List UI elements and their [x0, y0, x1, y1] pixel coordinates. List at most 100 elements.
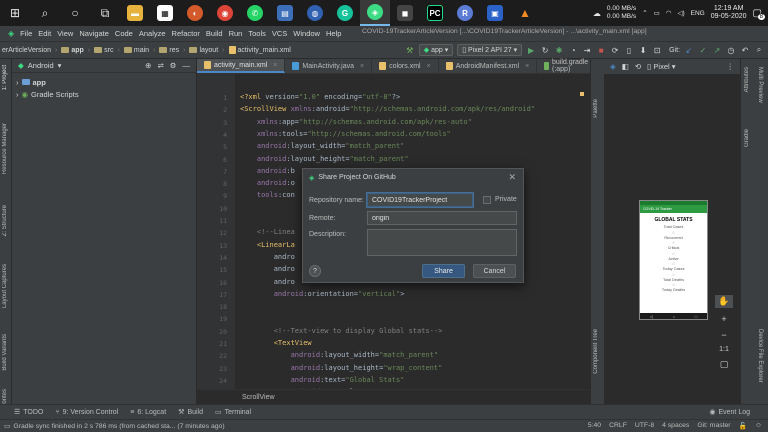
- code-line[interactable]: android:o: [240, 179, 295, 187]
- inspector-icon[interactable]: ☺: [755, 422, 762, 430]
- breadcrumb-file[interactable]: activity_main.xml: [228, 46, 291, 54]
- description-input[interactable]: [367, 229, 517, 256]
- chrome-icon[interactable]: ◉: [210, 0, 240, 26]
- volume-icon[interactable]: ◁): [677, 9, 684, 17]
- notification-center-icon[interactable]: ▢ 8: [753, 8, 765, 20]
- code-line[interactable]: tools:con: [240, 191, 295, 199]
- version-control-tab[interactable]: ⑂ 9: Version Control: [55, 409, 118, 416]
- code-line[interactable]: andro: [240, 265, 295, 273]
- code-line[interactable]: android:layout_height="wrap_content": [240, 364, 443, 372]
- history-icon[interactable]: ◷: [726, 45, 736, 55]
- onedrive-icon[interactable]: ☁: [593, 9, 601, 18]
- wifi-icon[interactable]: ◠: [666, 9, 672, 17]
- close-tab-icon[interactable]: ×: [360, 63, 364, 70]
- run-config-select[interactable]: ◆ app ▾: [418, 44, 454, 56]
- device-file-explorer-tab[interactable]: Device File Explorer: [757, 329, 763, 383]
- code-line[interactable]: android:orientation="vertical">: [240, 290, 405, 298]
- git-branch[interactable]: Git: master: [697, 422, 730, 430]
- code-line[interactable]: andro: [240, 253, 295, 261]
- editor-tab[interactable]: activity_main.xml ×: [197, 59, 286, 73]
- locate-icon[interactable]: ⊕: [145, 61, 151, 70]
- breadcrumb-app[interactable]: app: [61, 47, 84, 54]
- pan-icon[interactable]: ✋: [715, 295, 733, 308]
- breadcrumb-src[interactable]: src: [94, 47, 114, 54]
- avatar-r-icon[interactable]: R: [450, 0, 480, 26]
- cortana-button[interactable]: ○: [60, 0, 90, 26]
- notes-icon[interactable]: ▤: [270, 0, 300, 26]
- blueprint-icon[interactable]: ◧: [622, 62, 629, 71]
- search-everywhere-icon[interactable]: ⌕: [754, 45, 764, 55]
- git-commit-icon[interactable]: ✓: [698, 45, 708, 55]
- store-icon[interactable]: ▦: [150, 0, 180, 26]
- browser-icon[interactable]: ◍: [300, 0, 330, 26]
- build-tab[interactable]: ⚒ Build: [178, 408, 203, 417]
- indent-setting[interactable]: 4 spaces: [662, 422, 689, 430]
- code-line[interactable]: xmlns:app="http://schemas.android.com/ap…: [240, 118, 472, 126]
- language-indicator[interactable]: ENG: [691, 10, 705, 17]
- git-push-icon[interactable]: ↗: [712, 45, 722, 55]
- menu-edit[interactable]: Edit: [38, 29, 51, 38]
- tool-structure-tab[interactable]: Z: Structure: [2, 205, 8, 236]
- editor-tab[interactable]: colors.xml ×: [372, 59, 439, 73]
- code-line[interactable]: <TextView: [240, 339, 312, 347]
- tool-resource-manager-tab[interactable]: Resource Manager: [2, 123, 8, 174]
- menu-tools[interactable]: Tools: [248, 29, 266, 38]
- menu-vcs[interactable]: VCS: [272, 29, 287, 38]
- collapse-icon[interactable]: ⇌: [157, 61, 163, 70]
- zoom-in-icon[interactable]: +: [721, 314, 726, 324]
- remote-input[interactable]: [367, 211, 517, 225]
- attributes-tab[interactable]: Attributes: [744, 67, 750, 92]
- menu-refactor[interactable]: Refactor: [172, 29, 200, 38]
- editor-breadcrumb[interactable]: ScrollView: [242, 394, 275, 401]
- palette-tab[interactable]: Palette: [593, 99, 599, 118]
- cancel-button[interactable]: Cancel: [473, 264, 516, 278]
- close-tab-icon[interactable]: ×: [273, 62, 277, 69]
- code-line[interactable]: <ScrollView xmlns:android="http://schema…: [240, 105, 535, 113]
- tool-layout-captures-tab[interactable]: Layout Captures: [2, 264, 8, 308]
- file-encoding[interactable]: UTF-8: [635, 422, 654, 430]
- apply-changes-icon[interactable]: ↻: [540, 45, 550, 55]
- code-line[interactable]: xmlns:tools="http://schemas.android.com/…: [240, 130, 451, 138]
- close-tab-icon[interactable]: ×: [525, 63, 529, 70]
- start-button[interactable]: ⊞: [0, 0, 30, 26]
- menu-code[interactable]: Code: [115, 29, 133, 38]
- breadcrumb-res[interactable]: res: [159, 47, 179, 54]
- code-line[interactable]: android:layout_width="match_parent": [240, 142, 405, 150]
- git-update-icon[interactable]: ↙: [684, 45, 694, 55]
- tree-item-app[interactable]: › app: [12, 76, 196, 88]
- code-line[interactable]: andro: [240, 278, 295, 286]
- editor-tab[interactable]: AndroidManifest.xml ×: [439, 59, 538, 73]
- tool-project-tab[interactable]: 1: Project: [2, 65, 8, 90]
- attach-debugger-icon[interactable]: ⇥: [582, 45, 592, 55]
- sync-gradle-icon[interactable]: ⟳: [610, 45, 620, 55]
- code-line[interactable]: android:text="Global Stats": [240, 376, 405, 384]
- lock-icon[interactable]: 🔓: [739, 422, 747, 430]
- breadcrumb-project[interactable]: erArticleVersion: [2, 47, 51, 54]
- layers-icon[interactable]: ◈: [610, 62, 616, 71]
- more-icon[interactable]: ⋮: [727, 62, 735, 71]
- code-line[interactable]: android:layout_height="match_parent": [240, 155, 409, 163]
- device-select[interactable]: ▯ Pixel 2 API 27 ▾: [457, 44, 523, 56]
- hammer-icon[interactable]: ⚒: [405, 45, 415, 55]
- zoom-out-icon[interactable]: −: [721, 330, 726, 340]
- close-tab-icon[interactable]: ×: [427, 63, 431, 70]
- hide-icon[interactable]: —: [183, 61, 191, 70]
- logcat-tab[interactable]: ≡ 6: Logcat: [130, 409, 166, 416]
- private-checkbox[interactable]: [483, 196, 491, 204]
- vlc-icon[interactable]: ▲: [510, 0, 540, 26]
- menu-file[interactable]: File: [20, 29, 32, 38]
- chevron-up-icon[interactable]: ⌃: [642, 9, 647, 17]
- breadcrumb-main[interactable]: main: [123, 47, 149, 54]
- menu-build[interactable]: Build: [206, 29, 223, 38]
- grammarly-icon[interactable]: G: [330, 0, 360, 26]
- terminal-tab[interactable]: ▭ Terminal: [215, 408, 251, 417]
- task-view-button[interactable]: ⧉: [90, 0, 120, 26]
- stop-icon[interactable]: ■: [596, 45, 606, 55]
- firefox-icon[interactable]: ◐: [180, 0, 210, 26]
- debug-icon[interactable]: ✱: [554, 45, 564, 55]
- menu-window[interactable]: Window: [293, 29, 320, 38]
- code-line[interactable]: <?xml version="1.0" encoding="utf-8"?>: [240, 93, 400, 101]
- chevron-down-icon[interactable]: ▾: [58, 61, 62, 70]
- project-view-select[interactable]: Android: [28, 61, 54, 70]
- event-log-tab[interactable]: ◉ Event Log: [709, 408, 750, 417]
